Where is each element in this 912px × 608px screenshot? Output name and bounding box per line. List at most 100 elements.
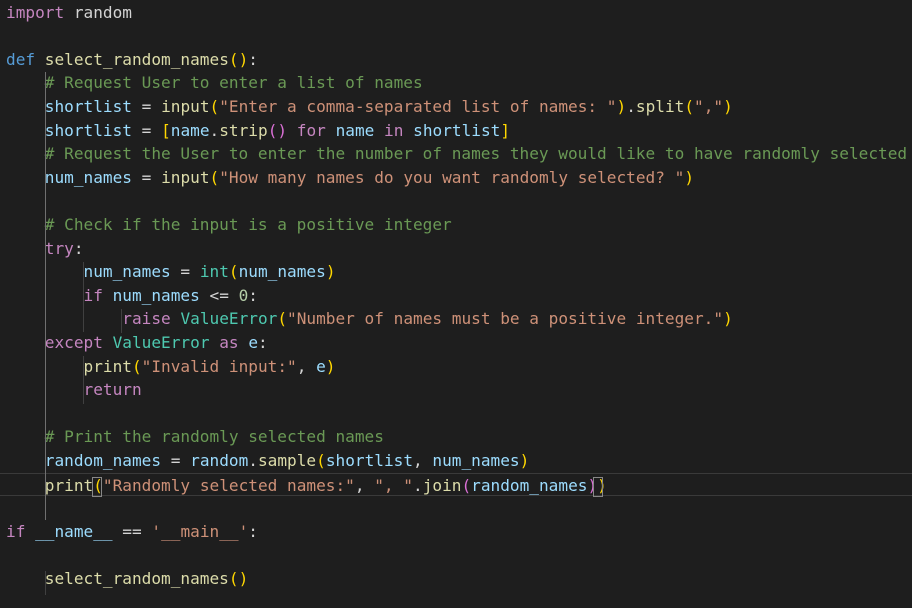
code-token: :: [258, 332, 268, 352]
code-token: shortlist: [44, 120, 132, 140]
code-line[interactable]: if num_names <= 0:: [0, 284, 912, 308]
code-token: random: [64, 2, 132, 22]
code-token: ): [277, 120, 288, 140]
code-line[interactable]: random_names = random.sample(shortlist, …: [0, 449, 912, 473]
code-line[interactable]: # Print the randomly selected names: [0, 425, 912, 449]
code-line[interactable]: [0, 496, 912, 520]
code-token: shortlist: [325, 450, 414, 470]
code-token: =: [170, 262, 200, 282]
code-editor[interactable]: import random def select_random_names(): …: [0, 0, 912, 608]
code-token: select_random_names: [44, 568, 229, 588]
code-token: ): [325, 262, 336, 282]
code-token: e: [248, 332, 259, 352]
code-token: print: [44, 475, 94, 495]
code-line[interactable]: return: [0, 378, 912, 402]
code-token: ,: [413, 450, 433, 470]
code-line[interactable]: num_names = int(num_names): [0, 260, 912, 284]
code-line[interactable]: select_random_names(): [0, 567, 912, 591]
code-line[interactable]: raise ValueError("Number of names must b…: [0, 307, 912, 331]
code-token: sample: [257, 450, 317, 470]
code-line[interactable]: print ("Randomly selected names:", ", ".j…: [0, 472, 912, 497]
code-token: (: [209, 96, 220, 116]
code-line[interactable]: import random: [0, 1, 912, 25]
code-token: ,: [296, 356, 317, 376]
code-token: # Check if the input is a positive integ…: [44, 214, 452, 234]
code-token: .: [209, 120, 220, 140]
code-line[interactable]: def select_random_names():: [0, 48, 912, 72]
indent-guide: [83, 262, 84, 332]
bracket-match-highlight: [92, 477, 102, 497]
code-token: ", ": [374, 475, 413, 495]
code-token: '__main__': [151, 521, 249, 541]
indent-guide: [121, 309, 122, 333]
code-token: except: [44, 332, 103, 352]
code-line[interactable]: [0, 24, 912, 48]
code-line[interactable]: shortlist = [name.strip() for name in sh…: [0, 119, 912, 143]
code-line[interactable]: try:: [0, 237, 912, 261]
code-token: # Request User to enter a list of names: [44, 73, 423, 93]
code-token: ): [616, 96, 627, 116]
indent-guide: [83, 356, 84, 404]
code-line[interactable]: # Request the User to enter the number o…: [0, 142, 912, 166]
code-token: name: [335, 120, 375, 140]
code-token: input: [161, 96, 210, 116]
code-line[interactable]: shortlist = input("Enter a comma-separat…: [0, 95, 912, 119]
code-token: ): [723, 96, 733, 116]
code-token: ): [325, 356, 336, 376]
code-line[interactable]: # Check if the input is a positive integ…: [0, 213, 912, 237]
code-token: # Request the User to enter the number o…: [44, 144, 908, 164]
code-line[interactable]: [0, 189, 912, 213]
code-token: in: [384, 120, 404, 140]
bracket-match-highlight: [593, 477, 603, 497]
code-line[interactable]: print("Invalid input:", e): [0, 355, 912, 379]
code-token: num_names: [432, 450, 520, 470]
code-line[interactable]: except ValueError as e:: [0, 331, 912, 355]
code-token: for: [296, 120, 326, 140]
code-token: return: [83, 380, 142, 400]
code-token: (: [228, 568, 239, 588]
code-token: ,: [354, 475, 375, 495]
code-token: .: [626, 96, 636, 116]
code-token: 0: [238, 285, 249, 305]
code-token: (: [684, 96, 695, 116]
indent-guide: [45, 72, 46, 520]
code-token: as: [219, 332, 239, 352]
code-token: =: [131, 120, 162, 140]
code-line[interactable]: # Request User to enter a list of names: [0, 71, 912, 95]
code-token: num_names: [112, 285, 200, 305]
code-token: "Randomly selected names:": [102, 475, 355, 495]
code-token: (: [228, 262, 239, 282]
code-token: ): [684, 167, 695, 187]
code-token: ]: [500, 120, 511, 140]
code-token: select_random_names: [44, 49, 229, 69]
code-line[interactable]: num_names = input("How many names do you…: [0, 166, 912, 190]
code-token: (: [267, 120, 278, 140]
code-line[interactable]: if __name__ == '__main__':: [0, 520, 912, 544]
code-token: random: [190, 450, 249, 470]
code-token: ): [519, 450, 530, 470]
code-token: print: [83, 356, 132, 376]
code-line[interactable]: [0, 543, 912, 567]
code-token: raise: [122, 309, 171, 329]
code-token: ValueError: [112, 332, 210, 352]
code-token: "Invalid input:": [141, 356, 297, 376]
code-line[interactable]: [0, 402, 912, 426]
code-token: random_names: [44, 450, 162, 470]
code-token: (: [277, 309, 288, 329]
code-token: "Number of names must be a positive inte…: [287, 309, 724, 329]
